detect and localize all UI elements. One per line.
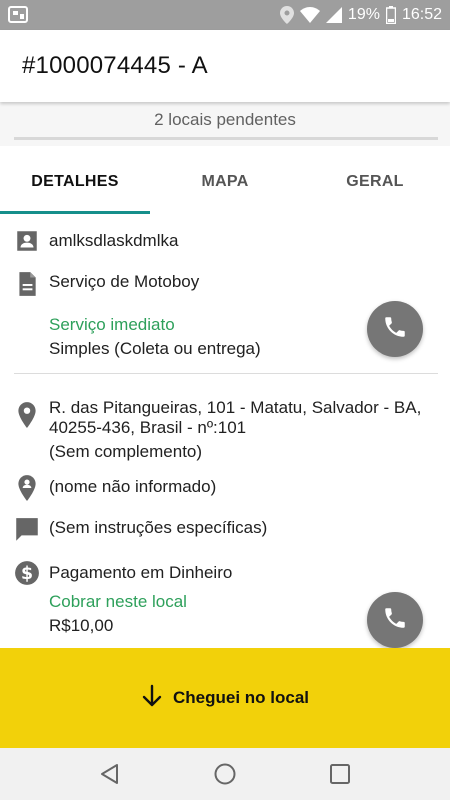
service-mode: Serviço imediato [49,315,175,334]
notification-icon [8,5,30,25]
charge-value: R$10,00 [49,616,114,635]
page-title: #1000074445 - A [22,52,208,79]
tab-bar: DETALHES MAPA GERAL [0,150,450,214]
comment-icon [14,516,42,544]
app-bar: #1000074445 - A [0,30,450,102]
address-line-1: R. das Pitangueiras, 101 - Matatu, Salva… [49,398,422,417]
system-nav-bar [0,748,450,800]
active-tab-indicator [0,211,150,214]
recents-icon[interactable] [328,762,352,786]
phone-icon [382,314,408,345]
svg-text:$: $ [21,564,33,584]
money-icon: $ [14,560,42,588]
pending-progress-bar [14,137,438,140]
battery-icon [385,6,396,24]
document-icon [14,271,42,299]
tab-detalhes[interactable]: DETALHES [0,150,150,214]
pending-locations-text: 2 locais pendentes [154,110,296,129]
phone-icon [382,605,408,636]
address-line-2: 40255-436, Brasil - nº:101 [49,418,247,437]
arrived-button-label: Cheguei no local [172,688,310,707]
address-complement: (Sem complemento) [49,442,203,461]
person-pin-icon [14,474,42,502]
client-name: amlksdlaskdmlka [49,231,179,250]
arrived-button[interactable]: Cheguei no local [0,648,450,748]
battery-percent: 19% [347,6,380,23]
clock: 16:52 [401,6,442,23]
contact-name: (nome não informado) [49,477,217,496]
person-icon [14,228,42,256]
tab-geral[interactable]: GERAL [300,150,450,214]
charge-label: Cobrar neste local [49,592,187,611]
location-icon [279,6,294,24]
home-icon[interactable] [213,762,237,786]
location-pin-icon [14,401,42,429]
call-location-button[interactable] [367,592,423,648]
payment-method: Pagamento em Dinheiro [49,563,233,582]
service-detail: Simples (Coleta ou entrega) [49,339,261,358]
back-icon[interactable] [98,762,122,786]
call-button[interactable] [367,301,423,357]
service-type: Serviço de Motoboy [49,272,200,291]
status-bar: 19% 16:52 [0,0,450,30]
wifi-icon [299,7,320,23]
tab-mapa[interactable]: MAPA [150,150,300,214]
section-divider [14,373,438,374]
instructions-text: (Sem instruções específicas) [49,518,268,537]
signal-icon [325,7,342,23]
arrow-down-icon [141,684,163,713]
